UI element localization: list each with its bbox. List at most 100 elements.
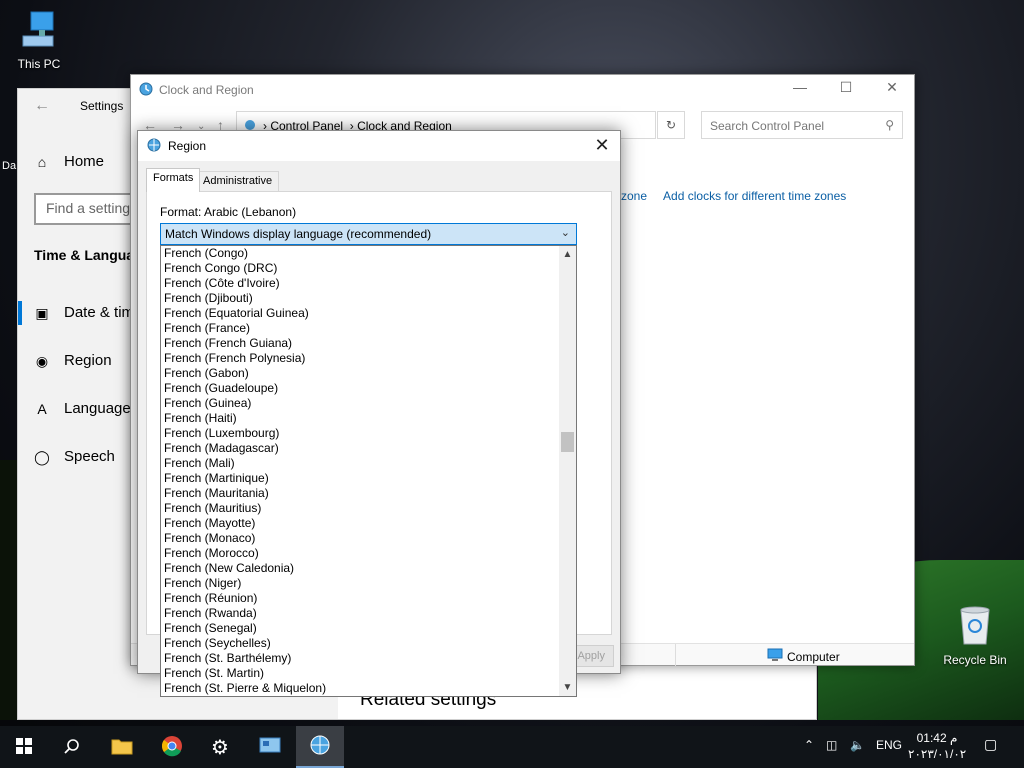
- region-titlebar[interactable]: Region ✕: [138, 131, 620, 161]
- calendar-clock-icon: ▣: [35, 304, 49, 321]
- back-arrow-icon[interactable]: ←: [34, 97, 50, 115]
- taskbar-clock[interactable]: 01:42 م ٢٠٢٣/٠١/٠٢: [908, 730, 966, 762]
- status-computer: Computer: [767, 648, 840, 665]
- sidebar-item-speech[interactable]: ◯ Speech: [34, 448, 115, 465]
- maximize-button[interactable]: ☐: [823, 79, 869, 101]
- region-title: Region: [168, 139, 207, 153]
- chrome-icon: [161, 735, 183, 760]
- taskbar-control-panel[interactable]: [246, 726, 294, 768]
- format-dropdown-list[interactable]: French (Congo) French Congo (DRC) French (…: [160, 245, 577, 697]
- format-option[interactable]: French (Madagascar): [161, 441, 559, 456]
- refresh-button[interactable]: ↻: [657, 111, 685, 139]
- desktop-icon-label: This PC: [17, 57, 61, 71]
- control-panel-search-input[interactable]: Search Control Panel ⚲: [701, 111, 903, 139]
- scroll-up-icon[interactable]: ▲: [559, 246, 576, 263]
- scroll-thumb[interactable]: [561, 432, 574, 452]
- home-icon: ⌂: [37, 153, 47, 170]
- start-icon: [16, 737, 32, 757]
- taskbar-file-explorer[interactable]: [98, 726, 146, 768]
- format-option[interactable]: French (Seychelles): [161, 636, 559, 651]
- sidebar-item-region[interactable]: ◉ Region: [34, 352, 112, 369]
- format-option[interactable]: French (St. Barthélemy): [161, 651, 559, 666]
- this-pc-icon: [4, 10, 74, 53]
- format-option[interactable]: French (Côte d'Ivoire): [161, 276, 559, 291]
- tab-formats[interactable]: Formats: [146, 168, 201, 192]
- format-option[interactable]: French (Haiti): [161, 411, 559, 426]
- region-icon: [309, 734, 331, 759]
- control-panel-icon: [138, 81, 154, 100]
- sidebar-item-language[interactable]: A Language: [34, 400, 131, 417]
- desktop-icon-label: Recycle Bin: [943, 653, 1007, 667]
- language-icon: A: [37, 400, 47, 417]
- settings-search-placeholder: Find a setting: [46, 200, 131, 216]
- taskbar-settings[interactable]: ⚙: [196, 726, 244, 768]
- taskbar-chrome[interactable]: [148, 726, 196, 768]
- format-option[interactable]: French (France): [161, 321, 559, 336]
- taskbar-search-button[interactable]: [48, 726, 96, 768]
- format-option[interactable]: French (Niger): [161, 576, 559, 591]
- format-option[interactable]: French (Rwanda): [161, 606, 559, 621]
- minimize-button[interactable]: —: [777, 79, 823, 101]
- format-option[interactable]: French Congo (DRC): [161, 261, 559, 276]
- format-option[interactable]: French (Mayotte): [161, 516, 559, 531]
- search-placeholder: Search Control Panel: [710, 119, 825, 133]
- volume-muted-icon[interactable]: 🔈: [850, 738, 865, 752]
- region-icon: [146, 137, 162, 156]
- close-icon[interactable]: ✕: [592, 135, 612, 156]
- globe-icon: ◉: [35, 352, 49, 369]
- refresh-icon: ↻: [665, 118, 677, 132]
- close-button[interactable]: ✕: [869, 79, 915, 101]
- clock-date: ٢٠٢٣/٠١/٠٢: [908, 747, 967, 761]
- sidebar-item-label: Speech: [64, 448, 115, 465]
- sidebar-item-date-time[interactable]: ▣ Date & time: [34, 304, 142, 321]
- settings-home[interactable]: ⌂ Home: [34, 153, 104, 170]
- notification-icon[interactable]: ▢: [984, 736, 997, 753]
- format-option[interactable]: French (Réunion): [161, 591, 559, 606]
- scroll-down-icon[interactable]: ▼: [559, 679, 576, 696]
- input-language[interactable]: ENG: [876, 738, 902, 752]
- control-panel-titlebar[interactable]: Clock and Region — ☐ ✕: [131, 75, 914, 105]
- format-option[interactable]: French (New Caledonia): [161, 561, 559, 576]
- format-option[interactable]: French (French Polynesia): [161, 351, 559, 366]
- desktop-icon-this-pc[interactable]: This PC: [4, 10, 74, 71]
- control-panel-title: Clock and Region: [159, 83, 254, 97]
- format-options: French (Congo) French Congo (DRC) French (…: [161, 246, 559, 696]
- network-icon[interactable]: ◫: [826, 738, 837, 752]
- format-option[interactable]: French (Luxembourg): [161, 426, 559, 441]
- dropdown-scrollbar[interactable]: ▲ ▼: [559, 246, 576, 696]
- search-icon: [64, 738, 80, 757]
- format-option[interactable]: French (Gabon): [161, 366, 559, 381]
- active-indicator: [18, 301, 22, 325]
- format-option[interactable]: French (Guadeloupe): [161, 381, 559, 396]
- tab-administrative[interactable]: Administrative: [196, 171, 280, 193]
- taskbar-region[interactable]: [296, 726, 344, 768]
- format-option[interactable]: French (Congo): [161, 246, 559, 261]
- format-option[interactable]: French (French Guiana): [161, 336, 559, 351]
- format-option[interactable]: French (Mali): [161, 456, 559, 471]
- format-option[interactable]: French (Martinique): [161, 471, 559, 486]
- desktop-icon-recycle-bin[interactable]: Recycle Bin: [940, 602, 1010, 667]
- format-select[interactable]: Match Windows display language (recommen…: [160, 223, 577, 245]
- status-divider: [675, 644, 676, 666]
- format-option[interactable]: French (Mauritania): [161, 486, 559, 501]
- format-option[interactable]: French (Equatorial Guinea): [161, 306, 559, 321]
- format-option[interactable]: French (Mauritius): [161, 501, 559, 516]
- format-select-value: Match Windows display language (recommen…: [165, 227, 432, 241]
- taskbar: ⚙ ⌃ ◫ 🔈 ENG 01:42 م ٢٠٢٣/٠١/٠٢ ▢: [0, 726, 1024, 768]
- start-button[interactable]: [0, 726, 48, 768]
- format-option[interactable]: French (St. Pierre & Miquelon): [161, 681, 559, 696]
- format-option[interactable]: French (Senegal): [161, 621, 559, 636]
- add-clocks-link[interactable]: Add clocks for different time zones: [663, 189, 846, 203]
- format-label: Format: Arabic (Lebanon): [160, 205, 297, 219]
- computer-icon: [767, 648, 783, 665]
- format-option[interactable]: French (Djibouti): [161, 291, 559, 306]
- show-hidden-icons-chevron-up-icon[interactable]: ⌃: [804, 738, 814, 752]
- format-option[interactable]: French (Guinea): [161, 396, 559, 411]
- format-option[interactable]: French (Monaco): [161, 531, 559, 546]
- sidebar-item-label: Language: [64, 400, 131, 417]
- format-option[interactable]: French (St. Martin): [161, 666, 559, 681]
- recycle-bin-icon: [940, 602, 1010, 649]
- time-zone-link[interactable]: zone: [621, 189, 647, 203]
- sidebar-item-label: Region: [64, 352, 112, 369]
- format-option[interactable]: French (Morocco): [161, 546, 559, 561]
